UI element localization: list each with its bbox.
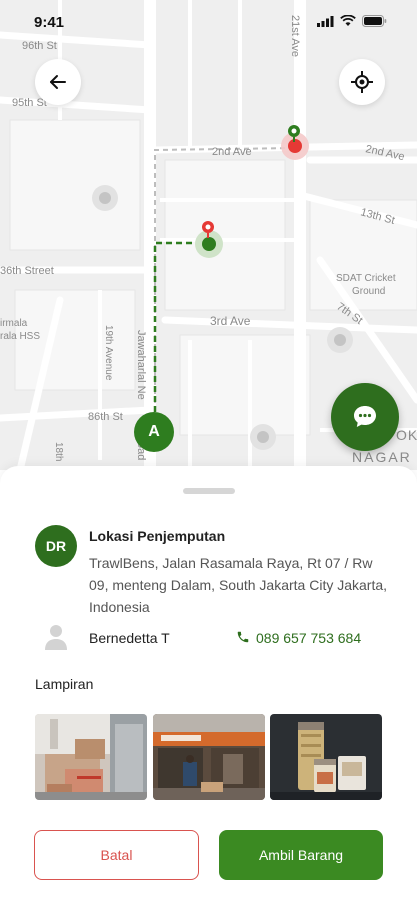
map-label-sdat: SDAT Cricket xyxy=(336,273,396,284)
map-label-2nd-ave-a: 2nd Ave xyxy=(212,146,252,158)
map-label-nagar: NAGAR xyxy=(352,449,412,465)
wifi-icon xyxy=(340,15,356,26)
status-bar: 9:41 xyxy=(0,0,417,44)
chat-button[interactable] xyxy=(331,383,399,451)
order-detail-sheet: DR Lokasi Penjemputan TrawlBens, Jalan R… xyxy=(0,466,417,900)
attachments-title: Lampiran xyxy=(35,676,94,692)
sheet-drag-handle[interactable] xyxy=(183,488,235,494)
map-label-18th: 18th xyxy=(53,442,64,461)
cancel-button[interactable]: Batal xyxy=(34,830,199,880)
poi-dot xyxy=(92,185,118,211)
contact-phone-link[interactable]: 089 657 753 684 xyxy=(256,630,361,646)
map-label-jawaharlal: Jawaharlal Ne xyxy=(135,330,147,400)
take-order-button[interactable]: Ambil Barang xyxy=(219,830,383,880)
pickup-title: Lokasi Penjemputan xyxy=(89,528,226,544)
poi-dot xyxy=(250,424,276,450)
arrow-left-icon xyxy=(50,75,66,89)
attachment-image-jars[interactable] xyxy=(270,714,382,800)
map-label-19th-avenue: 19th Avenue xyxy=(103,325,114,381)
pickup-address: TrawlBens, Jalan Rasamala Raya, Rt 07 / … xyxy=(89,555,388,615)
my-location-button[interactable] xyxy=(339,59,385,105)
battery-icon xyxy=(362,15,387,27)
person-icon xyxy=(45,625,67,650)
back-button[interactable] xyxy=(35,59,81,105)
attachment-image-boxes[interactable] xyxy=(35,714,147,800)
map-label-rala-hss: rala HSS xyxy=(0,331,40,342)
attachment-image-storefront[interactable] xyxy=(153,714,265,800)
origin-marker[interactable]: A xyxy=(134,412,174,452)
origin-marker-label: A xyxy=(148,423,160,440)
status-icons xyxy=(317,15,387,27)
status-time: 9:41 xyxy=(34,14,65,31)
phone-icon xyxy=(237,631,249,643)
map-label-irmala: irmala xyxy=(0,318,28,329)
poi-dot xyxy=(327,327,353,353)
map-label-86th-st: 86th St xyxy=(88,411,123,423)
map-label-36th-street: 36th Street xyxy=(0,265,54,277)
take-order-button-label: Ambil Barang xyxy=(258,847,344,863)
map-label-ground: Ground xyxy=(352,286,385,297)
avatar-initials: DR xyxy=(45,538,67,554)
signal-icon xyxy=(317,15,334,27)
crosshair-icon xyxy=(351,71,373,93)
contact-name: Bernedetta T xyxy=(89,630,170,646)
chat-bubble-icon xyxy=(354,406,376,427)
cancel-button-label: Batal xyxy=(100,847,133,863)
map-label-ok: OK xyxy=(396,427,417,443)
avatar: DR xyxy=(35,525,77,567)
map-label-3rd-ave: 3rd Ave xyxy=(210,314,251,328)
